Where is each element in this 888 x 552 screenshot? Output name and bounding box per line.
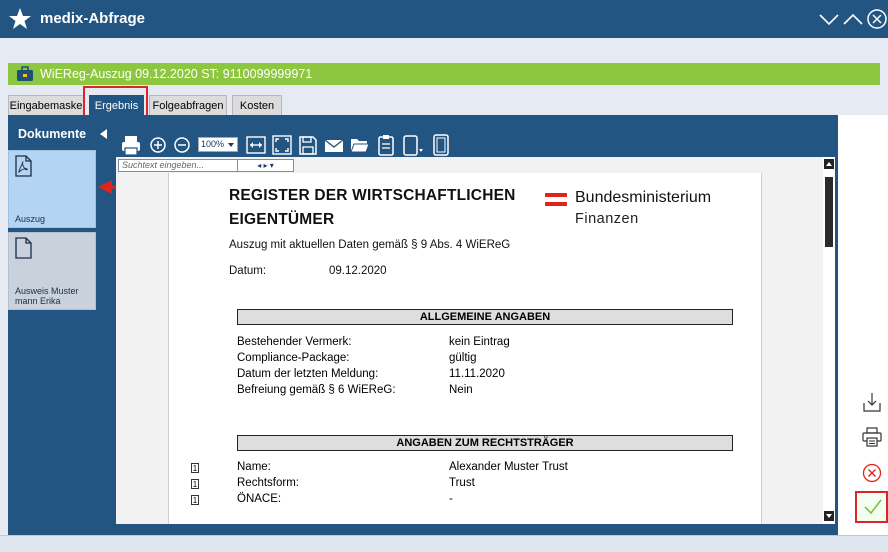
document-item-auszug[interactable]: Auszug [8, 150, 96, 228]
status-bar [0, 535, 888, 552]
close-circle-icon[interactable] [866, 8, 888, 30]
download-icon[interactable] [862, 392, 882, 412]
row-key: Bestehender Vermerk: [237, 336, 352, 348]
scroll-down-button[interactable] [824, 511, 834, 521]
chevron-down-icon [228, 143, 234, 147]
row-number-box: 1 [191, 479, 199, 489]
zoom-value: 100% [201, 139, 225, 149]
document-item-ausweis[interactable]: Ausweis Muster mann Erika [8, 232, 96, 310]
document-heading-line2: EIGENTÜMER [229, 211, 335, 228]
document-item-label: Ausweis Muster mann Erika [15, 286, 79, 306]
tablet-icon[interactable] [432, 133, 450, 157]
print-icon[interactable] [120, 133, 142, 157]
zoom-in-icon[interactable] [148, 133, 168, 157]
date-label: Datum: [229, 265, 267, 277]
row-key: ÖNACE: [237, 493, 282, 505]
row-key: Befreiung gemäß § 6 WiEReG: [237, 384, 396, 396]
row-value: 11.11.2020 [449, 368, 505, 380]
tab-kosten[interactable]: Kosten [232, 95, 282, 115]
scroll-thumb[interactable] [825, 177, 833, 247]
date-value: 09.12.2020 [329, 265, 387, 277]
document-page: REGISTER DER WIRTSCHAFTLICHEN EIGENTÜMER… [168, 173, 762, 524]
row-value: gültig [449, 352, 477, 364]
tab-folgeabfragen[interactable]: Folgeabfragen [149, 95, 227, 115]
row-key: Rechtsform: [237, 477, 299, 489]
fit-width-icon[interactable] [246, 133, 266, 157]
fit-page-icon[interactable] [272, 133, 292, 157]
row-value: Trust [449, 477, 475, 489]
logo-line1: Bundesministerium [575, 189, 712, 206]
zoom-select[interactable]: 100% [198, 137, 238, 152]
right-action-panel [838, 115, 888, 535]
title-bar: medix-Abfrage [0, 0, 888, 38]
star-icon [9, 8, 31, 29]
row-key: Compliance-Package: [237, 352, 350, 364]
row-value: kein Eintrag [449, 336, 510, 348]
search-navigation[interactable]: ◂ ▸ ▾ [238, 159, 294, 172]
save-icon[interactable] [298, 133, 318, 157]
tab-eingabemaske[interactable]: Eingabemaske [8, 95, 84, 115]
record-bar: WiEReg-Auszug 09.12.2020 ST: 91100999999… [8, 63, 880, 85]
pdf-file-icon [15, 155, 32, 177]
main-panel: Dokumente Auszug Ausweis Muster mann Eri… [8, 115, 838, 535]
row-key: Name: [237, 461, 271, 473]
scroll-up-button[interactable] [824, 159, 834, 169]
document-case-icon [17, 66, 33, 81]
section-general-header: ALLGEMEINE ANGABEN [237, 309, 733, 325]
confirm-check-icon [864, 499, 882, 515]
section-legal-entity-header: ANGABEN ZUM RECHTSTRÄGER [237, 435, 733, 451]
logo-line2: Finanzen [575, 211, 639, 227]
row-number-box: 1 [191, 495, 199, 505]
minimize-chevron-icon[interactable] [818, 8, 840, 30]
menu-strip [0, 38, 888, 60]
mail-icon[interactable] [324, 133, 344, 157]
row-value: Alexander Muster Trust [449, 461, 568, 473]
cancel-icon[interactable] [862, 463, 882, 483]
documents-header: Dokumente [18, 127, 87, 141]
record-title: WiEReg-Auszug 09.12.2020 ST: 91100999999… [40, 67, 313, 81]
print-icon[interactable] [862, 427, 882, 447]
bmf-logo-flag-icon [545, 193, 567, 206]
row-key: Datum der letzten Meldung: [237, 368, 379, 380]
search-input[interactable]: Suchtext eingeben... [118, 159, 238, 172]
document-subtitle: Auszug mit aktuellen Daten gemäß § 9 Abs… [229, 239, 511, 251]
page-orientation-icon[interactable] [402, 133, 424, 157]
maximize-chevron-icon[interactable] [842, 8, 864, 30]
collapse-panel-icon[interactable] [100, 129, 107, 139]
row-value: - [449, 493, 453, 505]
clipboard-icon[interactable] [376, 133, 396, 157]
row-number-box: 1 [191, 463, 199, 473]
document-item-label: Auszug [15, 214, 46, 224]
confirm-button[interactable] [855, 491, 888, 523]
row-value: Nein [449, 384, 473, 396]
zoom-out-icon[interactable] [172, 133, 192, 157]
open-folder-icon[interactable] [350, 133, 370, 157]
file-icon [15, 237, 32, 259]
document-heading-line1: REGISTER DER WIRTSCHAFTLICHEN [229, 187, 516, 204]
window-title: medix-Abfrage [40, 10, 146, 27]
